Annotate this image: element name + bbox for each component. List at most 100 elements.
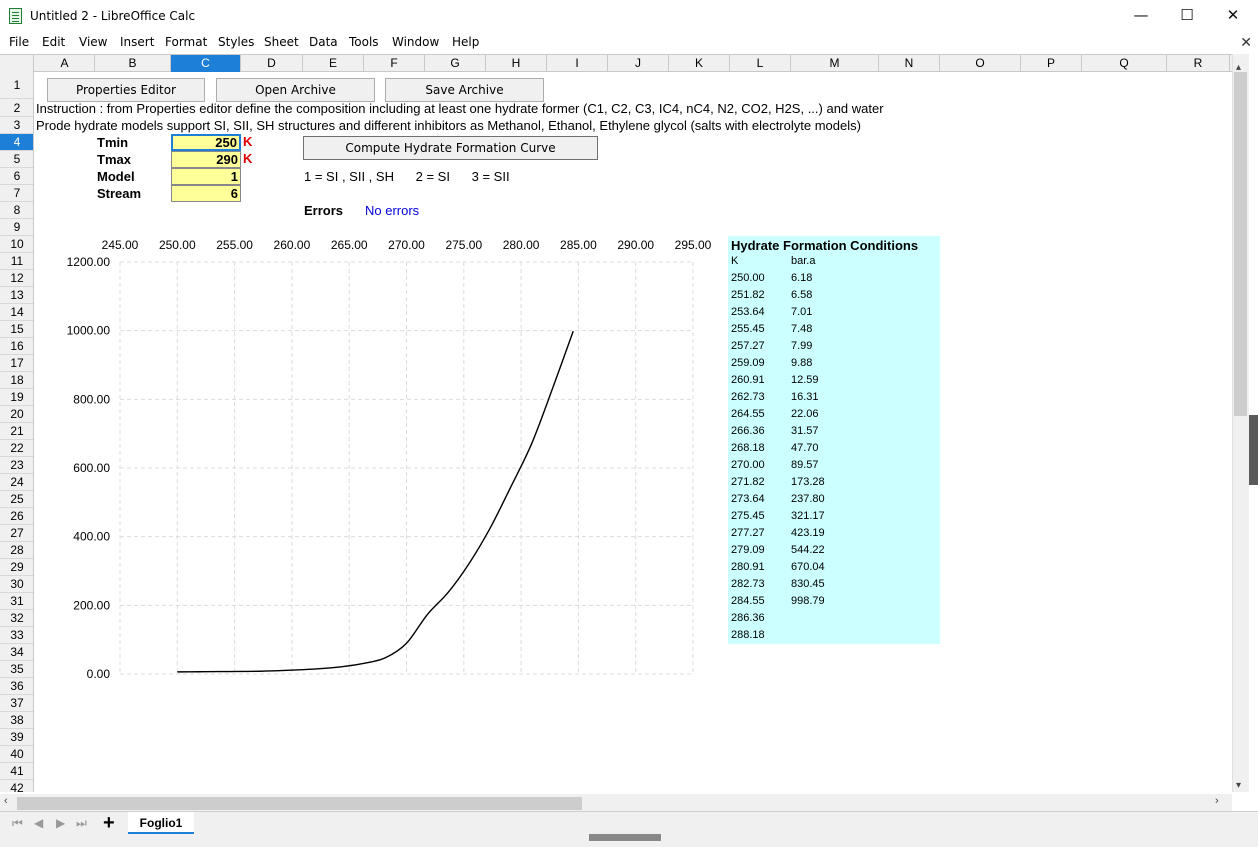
- row-header[interactable]: 22: [0, 440, 33, 457]
- column-header[interactable]: E: [303, 55, 364, 72]
- last-sheet-icon[interactable]: ⏭: [76, 816, 87, 831]
- tmin-cell[interactable]: 250: [171, 134, 241, 151]
- row-header[interactable]: 18: [0, 372, 33, 389]
- row-header[interactable]: 28: [0, 542, 33, 559]
- row-header[interactable]: 29: [0, 559, 33, 576]
- row-header[interactable]: 10: [0, 236, 33, 253]
- tmax-cell[interactable]: 290: [171, 151, 241, 168]
- menu-view[interactable]: View: [79, 35, 107, 49]
- menu-data[interactable]: Data: [309, 35, 338, 49]
- row-header[interactable]: 9: [0, 219, 33, 236]
- row-header[interactable]: 21: [0, 423, 33, 440]
- model-cell[interactable]: 1: [171, 168, 241, 185]
- menu-sheet[interactable]: Sheet: [264, 35, 299, 49]
- column-header[interactable]: O: [940, 55, 1021, 72]
- column-header[interactable]: A: [35, 55, 95, 72]
- stream-cell[interactable]: 6: [171, 185, 241, 202]
- row-header[interactable]: 13: [0, 287, 33, 304]
- row-header[interactable]: 30: [0, 576, 33, 593]
- row-header[interactable]: 14: [0, 304, 33, 321]
- menu-help[interactable]: Help: [452, 35, 479, 49]
- next-sheet-icon[interactable]: ▶: [56, 816, 65, 830]
- column-header[interactable]: J: [608, 55, 669, 72]
- column-header[interactable]: L: [730, 55, 791, 72]
- y-tick-label: 1200.00: [67, 255, 111, 269]
- row-header[interactable]: 5: [0, 151, 33, 168]
- row-header[interactable]: 33: [0, 627, 33, 644]
- vertical-scroll-thumb[interactable]: [1234, 72, 1247, 416]
- row-header[interactable]: 24: [0, 474, 33, 491]
- add-sheet-icon[interactable]: +: [103, 812, 115, 835]
- row-header[interactable]: 15: [0, 321, 33, 338]
- row-header[interactable]: 16: [0, 338, 33, 355]
- scroll-right-icon[interactable]: ›: [1215, 795, 1219, 807]
- column-header[interactable]: F: [364, 55, 425, 72]
- minimize-button[interactable]: —: [1118, 0, 1164, 32]
- row-header[interactable]: 40: [0, 746, 33, 763]
- column-header[interactable]: R: [1167, 55, 1230, 72]
- properties-editor-button[interactable]: Properties Editor: [47, 78, 205, 102]
- column-header[interactable]: B: [95, 55, 171, 72]
- sidebar-toggle-handle[interactable]: [1249, 415, 1258, 485]
- select-all-corner[interactable]: [0, 55, 34, 72]
- row-header[interactable]: 31: [0, 593, 33, 610]
- row-header[interactable]: 2: [0, 100, 33, 117]
- first-sheet-icon[interactable]: ⏮: [12, 816, 23, 831]
- row-header[interactable]: 8: [0, 202, 33, 219]
- scroll-left-icon[interactable]: ‹: [4, 795, 8, 807]
- column-header[interactable]: P: [1021, 55, 1082, 72]
- column-header[interactable]: I: [547, 55, 608, 72]
- menu-insert[interactable]: Insert: [120, 35, 154, 49]
- row-header[interactable]: 37: [0, 695, 33, 712]
- row-header[interactable]: 6: [0, 168, 33, 185]
- row-header[interactable]: 36: [0, 678, 33, 695]
- row-header[interactable]: 12: [0, 270, 33, 287]
- compute-hydrate-button[interactable]: Compute Hydrate Formation Curve: [303, 136, 598, 160]
- row-header[interactable]: 3: [0, 117, 33, 134]
- column-header[interactable]: Q: [1082, 55, 1167, 72]
- row-header[interactable]: 20: [0, 406, 33, 423]
- menu-styles[interactable]: Styles: [218, 35, 254, 49]
- row-header[interactable]: 26: [0, 508, 33, 525]
- row-header[interactable]: 19: [0, 389, 33, 406]
- save-archive-button[interactable]: Save Archive: [385, 78, 544, 102]
- row-header-selected[interactable]: 4: [0, 134, 33, 151]
- row-header[interactable]: 38: [0, 712, 33, 729]
- column-header-selected[interactable]: C: [171, 55, 241, 72]
- row-header[interactable]: 42: [0, 780, 33, 792]
- maximize-button[interactable]: ☐: [1164, 0, 1210, 32]
- menu-tools[interactable]: Tools: [349, 35, 379, 49]
- row-header[interactable]: 35: [0, 661, 33, 678]
- row-header[interactable]: 1: [0, 72, 33, 99]
- menu-edit[interactable]: Edit: [42, 35, 65, 49]
- sheet-grid[interactable]: Properties Editor Open Archive Save Arch…: [35, 72, 1232, 792]
- row-header[interactable]: 7: [0, 185, 33, 202]
- menu-window[interactable]: Window: [392, 35, 439, 49]
- column-header[interactable]: M: [791, 55, 879, 72]
- column-header[interactable]: K: [669, 55, 730, 72]
- column-header[interactable]: G: [425, 55, 486, 72]
- row-header[interactable]: 11: [0, 253, 33, 270]
- row-header[interactable]: 39: [0, 729, 33, 746]
- column-header[interactable]: H: [486, 55, 547, 72]
- sheet-tab-foglio1[interactable]: Foglio1: [128, 812, 194, 834]
- column-headers: A B C D E F G H I J K L M N O P Q R: [0, 54, 1232, 72]
- panel-splitter-handle[interactable]: [589, 834, 661, 841]
- prev-sheet-icon[interactable]: ◀: [34, 816, 43, 830]
- row-header[interactable]: 34: [0, 644, 33, 661]
- close-window-button[interactable]: ✕: [1210, 0, 1256, 32]
- menu-file[interactable]: File: [9, 35, 29, 49]
- column-header[interactable]: D: [241, 55, 303, 72]
- row-header[interactable]: 17: [0, 355, 33, 372]
- open-archive-button[interactable]: Open Archive: [216, 78, 375, 102]
- row-header[interactable]: 23: [0, 457, 33, 474]
- row-header[interactable]: 41: [0, 763, 33, 780]
- row-header[interactable]: 32: [0, 610, 33, 627]
- horizontal-scroll-thumb[interactable]: [17, 797, 582, 810]
- close-document-icon[interactable]: ✕: [1240, 34, 1252, 51]
- row-header[interactable]: 25: [0, 491, 33, 508]
- menu-format[interactable]: Format: [165, 35, 207, 49]
- row-header[interactable]: 27: [0, 525, 33, 542]
- scroll-down-icon[interactable]: ▾: [1236, 780, 1241, 791]
- column-header[interactable]: N: [879, 55, 940, 72]
